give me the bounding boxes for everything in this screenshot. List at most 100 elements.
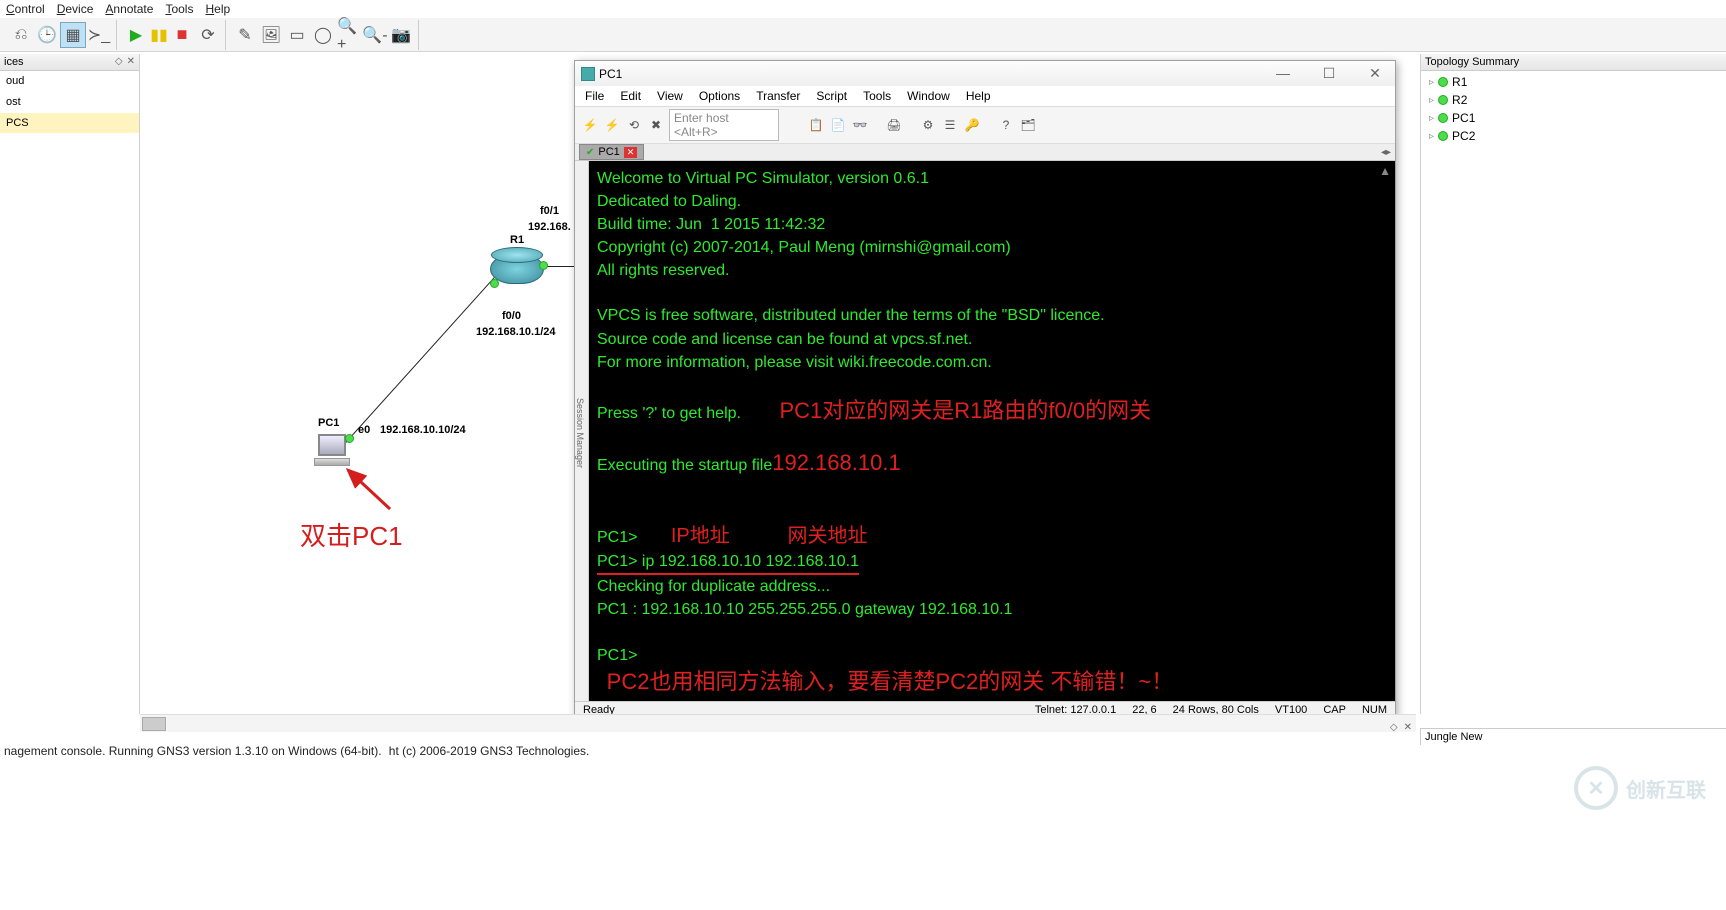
red-arrow-icon [340,464,400,514]
term-quick-icon[interactable]: ⚡ [603,112,621,138]
term-gear-icon[interactable]: ⚙ [919,112,937,138]
panel-close-icon[interactable]: ✕ [127,56,135,68]
menu-annotate[interactable]: Annotate [105,2,153,16]
term-menu-transfer[interactable]: Transfer [756,89,800,103]
term-menu-edit[interactable]: Edit [620,89,641,103]
e0-label: e0 [358,424,370,436]
jungle-label: Jungle New [1425,731,1482,743]
tab-scroll-right[interactable]: ▸ [1386,147,1391,158]
term-key-icon[interactable]: 🔑 [963,112,981,138]
red-annotation-pc2-hint: PC2也用相同方法输入，要看清楚PC2的网关 不输错！~！ [607,669,1174,694]
term-connect-icon[interactable]: ⚡ [581,112,599,138]
topology-item-r2[interactable]: R2 [1425,91,1722,109]
menu-help[interactable]: Help [205,2,230,16]
ellipse-icon[interactable]: ◯ [310,22,336,48]
toolbar-grid-icon[interactable]: ▦ [60,22,86,48]
zoom-in-icon[interactable]: 🔍+ [336,22,362,48]
e0-subnet: 192.168.10.10/24 [380,424,466,436]
topology-item-pc1[interactable]: PC1 [1425,109,1722,127]
devices-panel-header: ices ◇ ✕ [0,54,139,71]
device-item-vpcs[interactable]: PCS [0,113,139,134]
term-help-icon[interactable]: ? [997,112,1015,138]
topology-item-r1[interactable]: R1 [1425,73,1722,91]
terminal-app-icon [581,67,595,81]
toolbar-icon-1[interactable]: ⎌ [8,22,34,48]
console-undock-icon[interactable]: ◇ [1390,722,1398,733]
scroll-up-icon[interactable]: ▲ [1379,163,1391,180]
toolbar-console-icon[interactable]: ≻_ [86,22,112,48]
term-menu-tools[interactable]: Tools [863,89,891,103]
watermark-text: 创新互联 [1626,774,1706,803]
f00-subnet: 192.168.10.1/24 [476,326,556,338]
r1-label: R1 [510,234,524,246]
terminal-body[interactable]: ▲Welcome to Virtual PC Simulator, versio… [589,161,1395,701]
term-menu-script[interactable]: Script [816,89,847,103]
main-toolbar: ⎌ 🕒 ▦ ≻_ ▶ ▮▮ ■ ⟳ ✎ 🖼 ▭ ◯ 🔍+ 🔍- 📷 [0,18,1726,52]
term-about-icon[interactable]: 🗂 [1019,112,1037,138]
terminal-tab-pc1[interactable]: PC1✕ [579,144,644,160]
play-button[interactable]: ▶ [123,22,149,48]
term-menu-view[interactable]: View [657,89,683,103]
window-minimize-button[interactable]: — [1269,65,1297,82]
terminal-host-input[interactable]: Enter host <Alt+R> [669,109,779,141]
zoom-out-icon[interactable]: 🔍- [362,22,388,48]
image-icon[interactable]: 🖼 [258,22,284,48]
term-disconnect-icon[interactable]: ✖ [647,112,665,138]
ip-command-line: PC1> ip 192.168.10.10 192.168.10.1 [597,551,859,575]
link-dot-r1-f00 [490,279,499,288]
window-close-button[interactable]: ✕ [1361,65,1389,82]
watermark-icon: ✕ [1574,766,1618,810]
topology-item-pc2[interactable]: PC2 [1425,127,1722,145]
note-icon[interactable]: ✎ [232,22,258,48]
pause-button[interactable]: ▮▮ [149,22,169,48]
red-annotation-dblclick-pc1: 双击PC1 [300,516,403,553]
terminal-title-text: PC1 [599,67,622,81]
rectangle-icon[interactable]: ▭ [284,22,310,48]
term-paste-icon[interactable]: 📄 [829,112,847,138]
tab-close-icon[interactable]: ✕ [624,147,638,158]
device-item-host[interactable]: ost [0,92,139,113]
term-menu-options[interactable]: Options [699,89,740,103]
term-session-icon[interactable]: ☰ [941,112,959,138]
terminal-titlebar[interactable]: PC1 — ☐ ✕ [575,61,1395,86]
menu-device[interactable]: Device [57,2,94,16]
term-menu-file[interactable]: File [585,89,604,103]
term-find-icon[interactable]: 👓 [851,112,869,138]
term-copy-icon[interactable]: 📋 [807,112,825,138]
devices-panel-title: ices [4,56,24,68]
menu-tools[interactable]: Tools [165,2,193,16]
main-menu-bar: Control Device Annotate Tools Help [0,0,1726,18]
watermark-logo: ✕ 创新互联 [1574,766,1706,810]
toolbar-stopwatch-icon[interactable]: 🕒 [34,22,60,48]
stop-button[interactable]: ■ [169,22,195,48]
term-print-icon[interactable]: 🖨 [885,112,903,138]
f00-label: f0/0 [502,310,521,322]
terminal-session-manager-strip[interactable]: Session Manager [575,161,589,701]
red-ip-label: IP地址 [671,525,730,547]
link-dot-r1-f01 [539,261,548,270]
red-gateway-ip: 192.168.10.1 [772,450,900,475]
device-item-cloud[interactable]: oud [0,71,139,92]
led-icon [1438,113,1448,123]
window-maximize-button[interactable]: ☐ [1315,65,1343,82]
term-menu-window[interactable]: Window [907,89,950,103]
f01-label: f0/1 [540,205,559,217]
terminal-window-pc1: PC1 — ☐ ✕ File Edit View Options Transfe… [574,60,1396,719]
led-icon [1438,95,1448,105]
router-r1[interactable] [490,254,544,284]
menu-control[interactable]: Control [6,2,45,16]
led-icon [1438,131,1448,141]
devices-panel: ices ◇ ✕ oud ost PCS [0,54,140,714]
terminal-menu-bar: File Edit View Options Transfer Script T… [575,86,1395,107]
term-reconnect-icon[interactable]: ⟲ [625,112,643,138]
gns3-console-output[interactable]: nagement console. Running GNS3 version 1… [0,742,1416,780]
topology-summary-panel: Topology Summary R1 R2 PC1 PC2 [1420,54,1726,714]
terminal-toolbar: ⚡ ⚡ ⟲ ✖ Enter host <Alt+R> 📋 📄 👓 🖨 ⚙ ☰ 🔑… [575,107,1395,144]
right-bottom-panel: Jungle New [1420,728,1726,745]
camera-icon[interactable]: 📷 [388,22,414,48]
console-close-icon[interactable]: ✕ [1404,722,1412,733]
reload-button[interactable]: ⟳ [195,22,221,48]
term-menu-help[interactable]: Help [966,89,991,103]
link-dot-pc1-e0 [345,434,354,443]
panel-undock-icon[interactable]: ◇ [115,56,123,68]
